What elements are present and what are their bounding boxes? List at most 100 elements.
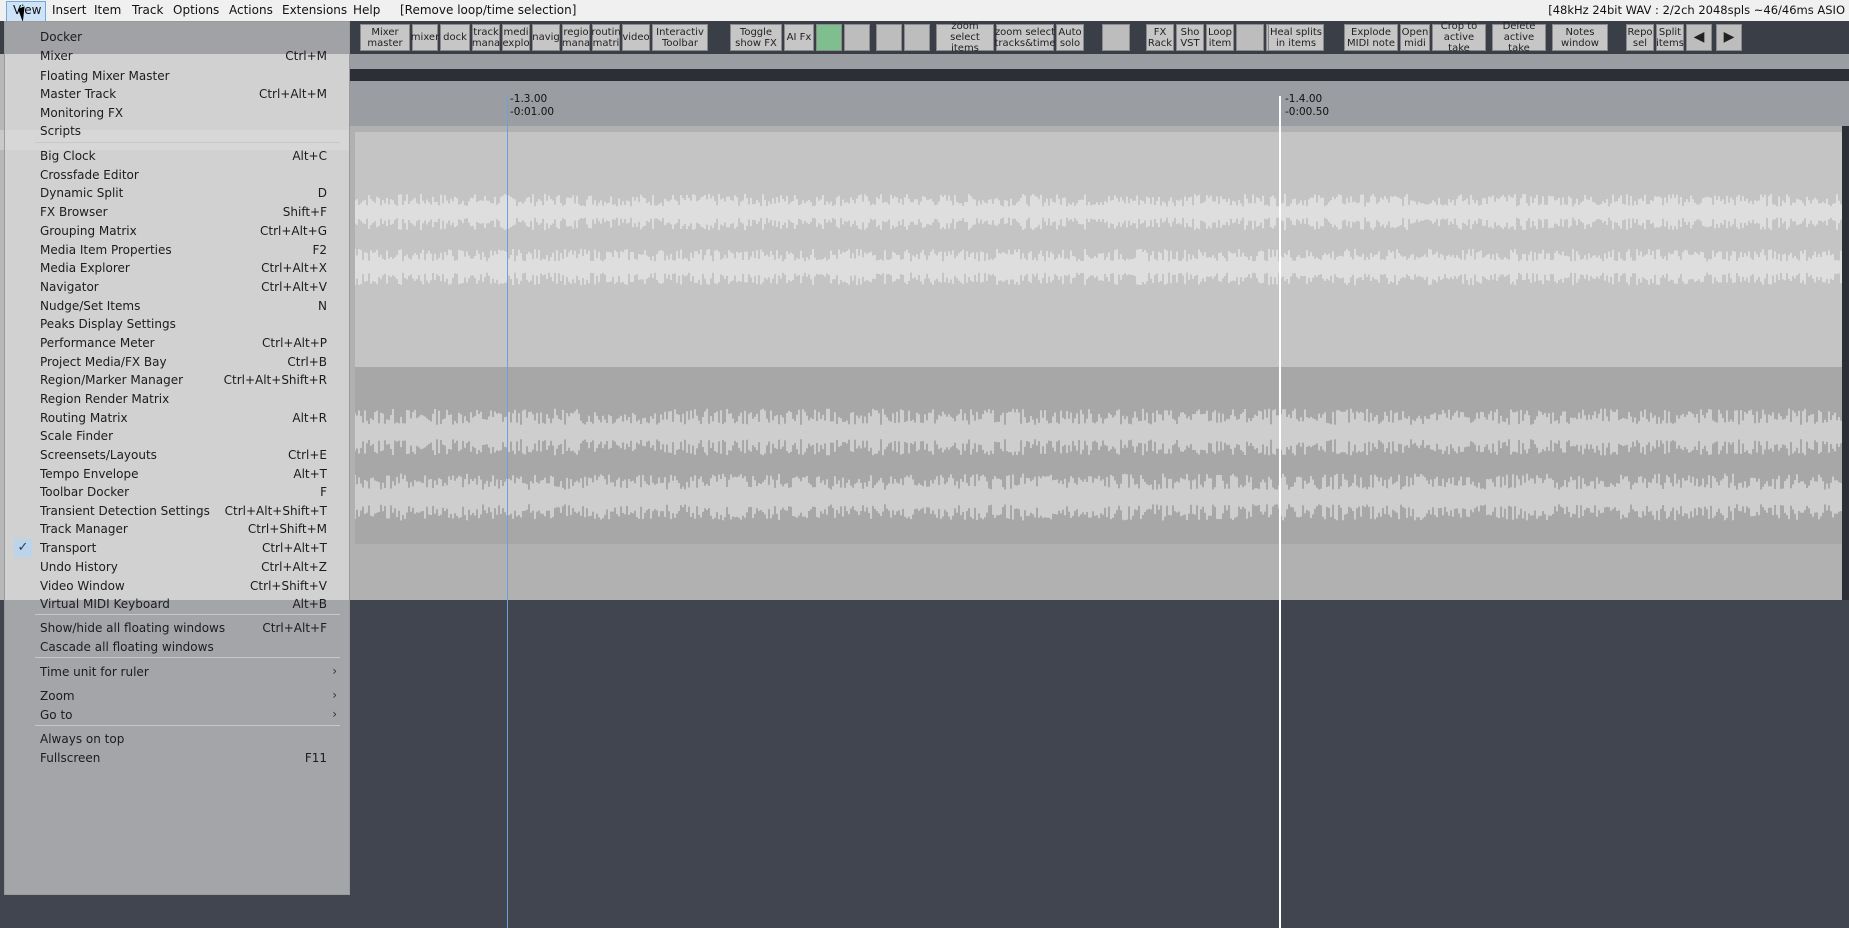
view-menu-item[interactable]: Crossfade Editor: [5, 166, 345, 186]
toolbar-button[interactable]: Auto solo: [1056, 24, 1084, 51]
empty-track-area[interactable]: [350, 600, 1849, 928]
toolbar-button[interactable]: Repo sel: [1626, 24, 1654, 51]
view-menu-item[interactable]: Grouping Matrix Ctrl+Alt+G: [5, 222, 345, 242]
toolbar-button[interactable]: navig: [532, 24, 560, 51]
view-menu-item[interactable]: Monitoring FX: [5, 104, 345, 124]
view-menu-item[interactable]: Media Item Properties F2: [5, 241, 345, 261]
toolbar-button[interactable]: Sho VST: [1176, 24, 1204, 51]
view-menu-item-label: Region Render Matrix: [40, 392, 170, 406]
view-menu-item[interactable]: Virtual MIDI Keyboard Alt+B: [5, 595, 345, 615]
view-menu-item[interactable]: Navigator Ctrl+Alt+V: [5, 278, 345, 298]
toolbar-button[interactable]: zoom select items: [936, 21, 994, 54]
view-menu-item-shortcut: F: [320, 485, 327, 499]
checkmark-icon: ✓: [14, 539, 32, 557]
view-menu-item[interactable]: Master Track Ctrl+Alt+M: [5, 85, 345, 105]
toolbar-button[interactable]: regio mana: [562, 24, 590, 51]
view-menu-item-label: Project Media/FX Bay: [40, 355, 167, 369]
toolbar-button[interactable]: routin matri: [591, 24, 621, 51]
view-menu-item-label: Transient Detection Settings: [40, 504, 210, 518]
toolbar-button[interactable]: Split items: [1656, 24, 1684, 51]
view-menu-item[interactable]: Region Render Matrix: [5, 390, 345, 410]
view-menu-item[interactable]: Track Manager Ctrl+Shift+M: [5, 520, 345, 540]
edit-icon[interactable]: [1236, 24, 1264, 51]
menu-insert[interactable]: Insert: [52, 3, 86, 17]
toolbar-button[interactable]: FX Rack: [1146, 24, 1174, 51]
toolbar-button[interactable]: track mana: [472, 24, 500, 51]
toolbar-button[interactable]: medi explo: [502, 24, 530, 51]
view-menu-item[interactable]: Cascade all floating windows: [5, 638, 345, 658]
toolbar-button[interactable]: zoom select tracks&time: [994, 24, 1056, 51]
edit-cursor: [507, 96, 508, 928]
view-menu-item[interactable]: Go to ›: [5, 706, 345, 726]
menu-item[interactable]: Item: [94, 3, 121, 17]
right-scrollbar[interactable]: [1842, 126, 1849, 600]
arrow-left-icon[interactable]: ◀: [1686, 24, 1712, 51]
toolbar-button[interactable]: Notes window: [1552, 24, 1608, 51]
view-menu-item[interactable]: Big Clock Alt+C: [5, 147, 345, 167]
arrow-right-icon[interactable]: ▶: [1716, 24, 1742, 51]
view-menu-item-shortcut: Ctrl+Alt+M: [258, 87, 327, 101]
view-menu-item[interactable]: Dynamic Split D: [5, 184, 345, 204]
view-menu-item[interactable]: Routing Matrix Alt+R: [5, 409, 345, 429]
toolbar-button[interactable]: Explode MIDI note: [1344, 24, 1398, 51]
view-menu-item-shortcut: N: [318, 299, 327, 313]
menu-extensions[interactable]: Extensions: [282, 3, 347, 17]
toolbar-button[interactable]: Crop to active take: [1432, 21, 1486, 54]
view-menu-item-label: Master Track: [40, 87, 117, 101]
view-menu-item[interactable]: Always on top: [5, 730, 345, 750]
view-menu-item[interactable]: Nudge/Set Items N: [5, 297, 345, 317]
view-menu-item[interactable]: Transient Detection Settings Ctrl+Alt+Shi…: [5, 502, 345, 522]
view-menu-item[interactable]: Screensets/Layouts Ctrl+E: [5, 446, 345, 466]
media-item[interactable]: [355, 132, 1849, 544]
view-menu-item[interactable]: Peaks Display Settings: [5, 315, 345, 335]
toolbar-button[interactable]: Mixer master: [360, 24, 410, 51]
view-menu-item[interactable]: Toolbar Docker F: [5, 483, 345, 503]
toolbar-button[interactable]: Heal splits in items: [1268, 24, 1324, 51]
menu-actions[interactable]: Actions: [229, 3, 273, 17]
view-menu-item[interactable]: Video Window Ctrl+Shift+V: [5, 577, 345, 597]
fx-icon[interactable]: [816, 24, 842, 51]
view-menu-item[interactable]: Fullscreen F11: [5, 749, 345, 769]
view-menu-item[interactable]: Scripts: [5, 122, 345, 142]
toolbar-button[interactable]: dock: [440, 24, 470, 51]
view-menu-item-label: Scale Finder: [40, 429, 114, 443]
arrange-view[interactable]: [350, 126, 1849, 600]
view-menu-item[interactable]: Show/hide all floating windows Ctrl+Alt+F: [5, 619, 345, 639]
view-menu-item[interactable]: Scale Finder: [5, 427, 345, 447]
view-menu-item[interactable]: Region/Marker Manager Ctrl+Alt+Shift+R: [5, 371, 345, 391]
view-menu-item-shortcut: F11: [304, 751, 327, 765]
toolbar-button[interactable]: video: [622, 24, 650, 51]
view-menu-item[interactable]: Tempo Envelope Alt+T: [5, 465, 345, 485]
view-menu-item[interactable]: Mixer Ctrl+M: [5, 47, 345, 67]
toolbar-button[interactable]: Loop item: [1206, 24, 1234, 51]
view-menu-item[interactable]: Project Media/FX Bay Ctrl+B: [5, 353, 345, 373]
toolbar-button[interactable]: Interactiv Toolbar: [652, 24, 708, 51]
menu-track[interactable]: Track: [132, 3, 163, 17]
loop-start-icon[interactable]: [904, 24, 930, 51]
view-menu-item-shortcut: Alt+B: [292, 597, 327, 611]
view-menu-item[interactable]: Docker: [5, 28, 345, 48]
menu-options[interactable]: Options: [173, 3, 219, 17]
loop-icon[interactable]: [876, 24, 902, 51]
view-menu-item[interactable]: Media Explorer Ctrl+Alt+X: [5, 259, 345, 279]
toolbar-button[interactable]: Delete active take: [1492, 21, 1546, 54]
toolbar-button[interactable]: mixer: [411, 24, 439, 51]
toolbar-button[interactable]: Toggle show FX: [730, 24, 782, 51]
toggle-icon[interactable]: [844, 24, 870, 51]
view-menu-item-shortcut: D: [317, 186, 327, 200]
view-menu-item[interactable]: Floating Mixer Master: [5, 67, 345, 87]
toolbar-button[interactable]: Open midi: [1400, 24, 1430, 51]
view-menu-item[interactable]: Performance Meter Ctrl+Alt+P: [5, 334, 345, 354]
toolbar-button[interactable]: AI Fx: [784, 24, 814, 51]
view-menu-item[interactable]: FX Browser Shift+F: [5, 203, 345, 223]
view-menu-item-shortcut: Ctrl+Alt+G: [259, 224, 327, 238]
view-menu-item[interactable]: ✓ Transport Ctrl+Alt+T: [5, 539, 345, 559]
wrench-icon[interactable]: [1102, 24, 1130, 51]
view-menu-item[interactable]: Zoom ›: [5, 687, 345, 707]
waveform: [355, 408, 1848, 521]
view-menu-item[interactable]: Time unit for ruler ›: [5, 663, 345, 683]
view-menu-item-label: Time unit for ruler: [40, 665, 149, 679]
menu-help[interactable]: Help: [353, 3, 380, 17]
view-menu-item[interactable]: Undo History Ctrl+Alt+Z: [5, 558, 345, 578]
timeline-ruler[interactable]: -1.3.00 -0:01.00 -1.4.00 -0:00.50: [350, 54, 1849, 126]
